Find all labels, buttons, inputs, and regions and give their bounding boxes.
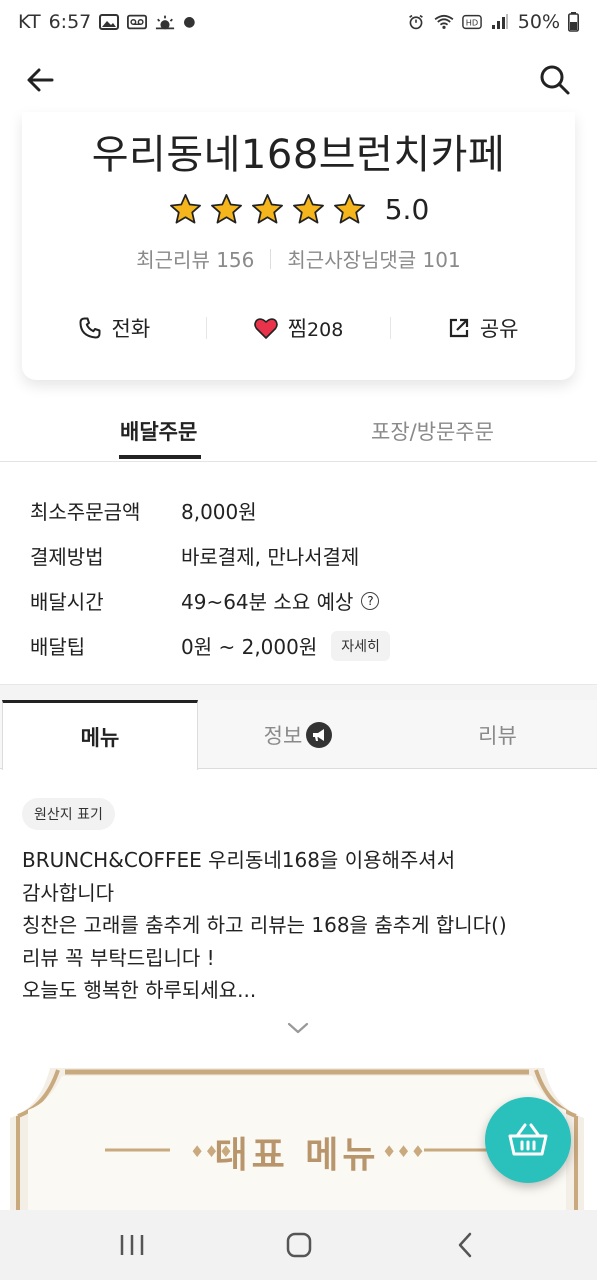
- star-icon: [251, 194, 283, 224]
- battery-percent: 50%: [517, 11, 560, 33]
- share-label: 공유: [479, 317, 519, 341]
- battery-icon: [568, 12, 579, 32]
- wifi-icon: [434, 14, 454, 29]
- payment-value: 바로결제, 만나서결제: [181, 545, 360, 569]
- delivery-tip-label: 배달팁: [30, 635, 86, 659]
- recent-apps-icon[interactable]: [112, 1228, 152, 1262]
- delivery-info: 최소주문금액 8,000원 결제방법 바로결제, 만나서결제 배달시간 49~6…: [30, 488, 570, 668]
- call-label: 전화: [111, 317, 151, 341]
- home-icon[interactable]: [279, 1228, 319, 1262]
- star-icon: [292, 194, 324, 224]
- tab-delivery-order[interactable]: 배달주문: [120, 416, 197, 446]
- star-icon: [169, 194, 201, 224]
- min-order-label: 최소주문금액: [30, 500, 141, 524]
- share-button[interactable]: 공유: [391, 313, 575, 343]
- recent-reviews[interactable]: 최근리뷰 156: [136, 244, 254, 273]
- delivery-tip-wrap: 0원 ~ 2,000원 자세히: [181, 630, 390, 661]
- like-count: 208: [307, 319, 344, 341]
- detail-button[interactable]: 자세히: [331, 630, 390, 661]
- payment-label: 결제방법: [30, 545, 104, 569]
- alarm-icon: [408, 14, 423, 30]
- origin-label-button[interactable]: 원산지 표기: [22, 798, 115, 830]
- delivery-tip-value: 0원 ~ 2,000원: [181, 635, 318, 659]
- delivery-tip-row: 배달팁 0원 ~ 2,000원 자세히: [30, 623, 570, 668]
- min-order-value: 8,000원: [181, 500, 257, 524]
- section-divider: [0, 684, 597, 700]
- notice-line: 칭찬은 고래를 춤추게 하고 리뷰는 168을 춤추게 합니다(): [22, 913, 507, 937]
- min-order-row: 최소주문금액 8,000원: [30, 488, 570, 533]
- back-icon[interactable]: [446, 1228, 486, 1262]
- stats-divider: [270, 248, 272, 269]
- system-nav-bar: [0, 1210, 597, 1280]
- like-text: 찜: [287, 317, 308, 341]
- cart-button[interactable]: [485, 1097, 571, 1183]
- status-left: KT 6:57 ●: [18, 11, 195, 33]
- delivery-time-row: 배달시간 49~64분 소요 예상 ?: [30, 578, 570, 623]
- delivery-time-label: 배달시간: [30, 590, 104, 614]
- weather-icon: [156, 15, 175, 30]
- payment-row: 결제방법 바로결제, 만나서결제: [30, 533, 570, 578]
- chevron-down-icon[interactable]: [286, 1018, 310, 1038]
- content-tabs: 메뉴 정보 리뷰: [0, 700, 597, 770]
- app-bar: [0, 48, 597, 112]
- voicemail-icon: [127, 14, 148, 30]
- rating-value: 5.0: [384, 193, 430, 226]
- tab-info-label: 정보: [263, 723, 303, 748]
- star-icon: [333, 194, 365, 224]
- stats-row: 최근리뷰 156 최근사장님댓글 101: [22, 244, 575, 273]
- like-button[interactable]: 찜208: [207, 313, 391, 343]
- actions-row: 전화 찜208 공유: [22, 308, 575, 348]
- status-bar: KT 6:57 ● HD 50%: [0, 0, 597, 48]
- delivery-time-value: 49~64분 소요 예상: [181, 590, 354, 614]
- search-icon[interactable]: [537, 62, 573, 98]
- phone-icon: [79, 317, 101, 339]
- svg-text:HD: HD: [466, 18, 478, 28]
- star-icon: [210, 194, 242, 224]
- tab-pickup-order[interactable]: 포장/방문주문: [371, 416, 494, 446]
- tab-info[interactable]: 정보: [198, 700, 398, 769]
- store-name: 우리동네168브런치카페: [91, 132, 506, 178]
- carrier-label: KT: [18, 11, 41, 33]
- store-card: 우리동네168브런치카페 5.0 최근리뷰 156 최근사장님댓글 101 전화…: [22, 112, 575, 380]
- arrow-left-icon[interactable]: [22, 62, 58, 98]
- tab-menu[interactable]: 메뉴: [2, 700, 198, 770]
- status-right: HD 50%: [406, 11, 579, 33]
- like-label: 찜208: [288, 313, 344, 343]
- tab-review[interactable]: 리뷰: [398, 700, 597, 769]
- delivery-time-wrap: 49~64분 소요 예상 ?: [181, 586, 380, 615]
- notice-line: 오늘도 행복한 하루되세요...: [22, 978, 257, 1002]
- call-button[interactable]: 전화: [22, 313, 206, 343]
- signal-icon: [491, 14, 508, 29]
- heart-icon: [253, 318, 278, 339]
- recent-owner-replies[interactable]: 최근사장님댓글 101: [287, 244, 460, 273]
- status-time: 6:57: [48, 11, 92, 33]
- owner-notice: BRUNCH&COFFEE 우리동네168을 이용해주셔서 감사합니다 칭찬은 …: [22, 844, 577, 1007]
- rating-row: 5.0: [22, 192, 575, 227]
- megaphone-icon: [306, 721, 333, 748]
- notice-line: 리뷰 꼭 부탁드립니다 !: [22, 945, 215, 970]
- gallery-icon: [99, 14, 120, 30]
- help-icon[interactable]: ?: [361, 591, 380, 610]
- notice-line: BRUNCH&COFFEE 우리동네168을 이용해주셔서: [22, 848, 456, 872]
- active-tab-indicator: [119, 455, 201, 459]
- hd-icon: HD: [461, 14, 482, 30]
- share-icon: [449, 318, 468, 338]
- basket-icon: [508, 1123, 548, 1156]
- dot-icon: ●: [183, 14, 196, 30]
- order-type-tabs: 배달주문 포장/방문주문: [0, 400, 597, 462]
- notice-line: 감사합니다: [22, 880, 114, 905]
